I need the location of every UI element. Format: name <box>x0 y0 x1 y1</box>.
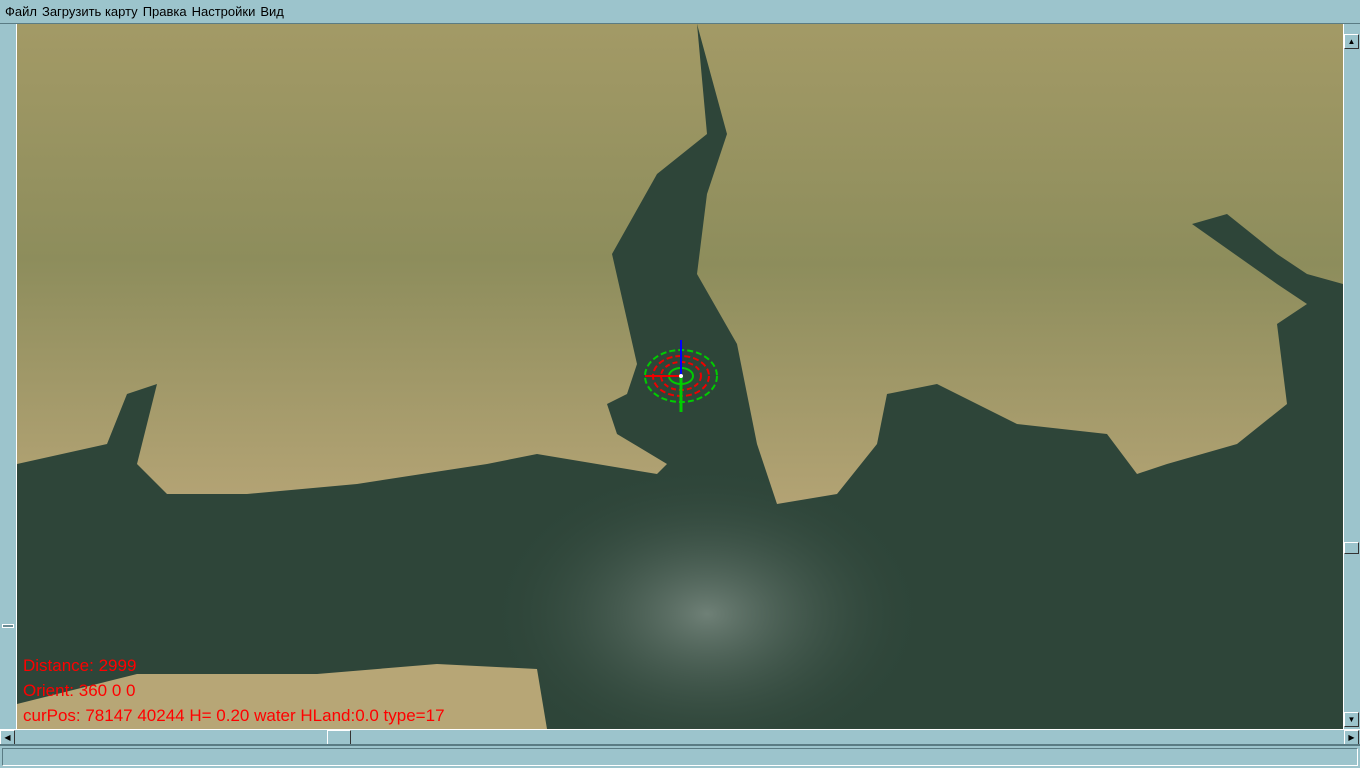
menu-file[interactable]: Файл <box>5 4 37 19</box>
vertical-scrollbar[interactable]: ▲ ▼ <box>1343 24 1360 729</box>
menu-edit[interactable]: Правка <box>143 4 187 19</box>
map-3d-viewport[interactable]: Distance: 2999 Orient: 360 0 0 curPos: 7… <box>17 24 1343 729</box>
hud-distance: Distance: 2999 <box>23 656 137 675</box>
menu-bar: Файл Загрузить карту Правка Настройки Ви… <box>0 0 1360 24</box>
horizontal-scrollbar[interactable]: ◀ ▶ <box>0 729 1360 745</box>
status-text <box>2 748 1358 766</box>
horizontal-scroll-thumb[interactable] <box>327 730 351 745</box>
hud-cursor-position: curPos: 78147 40244 H= 0.20 water HLand:… <box>23 706 445 725</box>
status-bar <box>0 744 1360 768</box>
vertical-scroll-thumb[interactable] <box>1344 542 1359 554</box>
scroll-down-button[interactable]: ▼ <box>1344 712 1359 727</box>
menu-load-map[interactable]: Загрузить карту <box>42 4 138 19</box>
scroll-up-button[interactable]: ▲ <box>1344 34 1359 49</box>
hud-orient: Orient: 360 0 0 <box>23 681 136 700</box>
menu-view[interactable]: Вид <box>260 4 284 19</box>
terrain-render <box>17 24 1343 729</box>
menu-settings[interactable]: Настройки <box>192 4 256 19</box>
left-slider-thumb[interactable] <box>2 624 14 628</box>
left-slider[interactable] <box>0 24 17 729</box>
scroll-left-button[interactable]: ◀ <box>0 730 15 745</box>
scroll-right-button[interactable]: ▶ <box>1344 730 1359 745</box>
